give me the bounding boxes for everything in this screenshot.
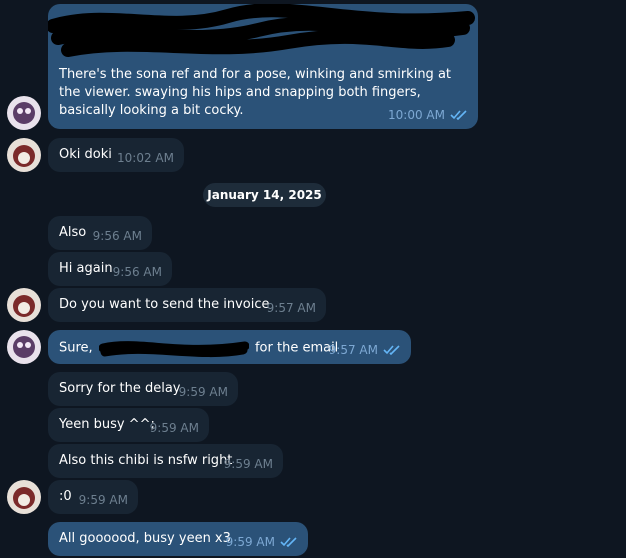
message-bubble-incoming[interactable]: Oki doki 10:02 AM <box>48 138 184 172</box>
avatar[interactable] <box>7 480 41 514</box>
message-bubble-incoming[interactable]: Hi again 9:56 AM <box>48 252 172 286</box>
avatar-image <box>7 96 41 130</box>
message-bubble-incoming[interactable]: Yeen busy ^^; 9:59 AM <box>48 408 209 442</box>
message-meta: 10:00 AM <box>388 106 468 124</box>
message-text-start: Sure, <box>59 340 93 356</box>
message-meta: 9:59 AM <box>226 533 298 551</box>
message-bubble-outgoing[interactable]: All goooood, busy yeen x3 9:59 AM <box>48 522 308 556</box>
message-text: Yeen busy ^^; <box>59 417 155 432</box>
date-separator: January 14, 2025 <box>203 183 326 207</box>
message-bubble-incoming[interactable]: Do you want to send the invoice 9:57 AM <box>48 288 326 322</box>
message-bubble-incoming[interactable]: Sorry for the delay 9:59 AM <box>48 372 238 406</box>
message-meta: 9:57 AM <box>267 299 316 317</box>
redaction-scribble <box>98 341 250 358</box>
message-time: 9:57 AM <box>328 343 378 357</box>
message-bubble-incoming[interactable]: :0 9:59 AM <box>48 480 138 514</box>
message-meta: 9:59 AM <box>224 455 273 473</box>
message-text: Hi again <box>59 261 113 276</box>
message-time: 9:57 AM <box>266 301 316 315</box>
message-time: 9:59 AM <box>225 535 275 549</box>
message-text: All goooood, busy yeen x3 <box>59 531 231 546</box>
message-bubble-outgoing[interactable]: There's the sona ref and for a pose, win… <box>48 4 478 129</box>
avatar-image <box>7 288 41 322</box>
message-text: Also <box>59 225 87 240</box>
avatar[interactable] <box>7 138 41 172</box>
message-time: 9:59 AM <box>223 457 273 471</box>
redaction-scribble <box>48 4 475 57</box>
message-time: 10:00 AM <box>388 108 445 122</box>
message-time: 9:59 AM <box>149 421 199 435</box>
avatar-image <box>7 480 41 514</box>
message-text: Do you want to send the invoice <box>59 297 270 312</box>
double-check-icon <box>450 110 467 120</box>
message-text: Also this chibi is nsfw right <box>59 453 233 468</box>
message-text-end: for the email <box>254 340 339 356</box>
message-time: 9:56 AM <box>92 229 142 243</box>
message-meta: 9:56 AM <box>93 227 142 245</box>
message-bubble-incoming[interactable]: Also 9:56 AM <box>48 216 152 250</box>
message-time: 9:59 AM <box>178 385 228 399</box>
message-meta: 9:59 AM <box>179 383 228 401</box>
message-text: Oki doki <box>59 147 112 162</box>
message-time: 10:02 AM <box>117 151 174 165</box>
avatar-image <box>7 330 41 364</box>
message-text: :0 <box>59 489 72 504</box>
avatar[interactable] <box>7 330 41 364</box>
message-bubble-outgoing[interactable]: Sure, for the email 9:57 AM <box>48 330 411 364</box>
message-time: 9:59 AM <box>78 493 128 507</box>
message-meta: 9:59 AM <box>150 419 199 437</box>
message-time: 9:56 AM <box>112 265 162 279</box>
message-meta: 10:02 AM <box>117 149 174 167</box>
message-bubble-incoming[interactable]: Also this chibi is nsfw right 9:59 AM <box>48 444 283 478</box>
double-check-icon <box>383 345 400 355</box>
message-meta: 9:56 AM <box>113 263 162 281</box>
message-meta: 9:59 AM <box>79 491 128 509</box>
message-text: Sorry for the delay <box>59 381 181 396</box>
double-check-icon <box>280 537 297 547</box>
avatar[interactable] <box>7 96 41 130</box>
message-meta: 9:57 AM <box>329 341 401 359</box>
avatar-image <box>7 138 41 172</box>
avatar[interactable] <box>7 288 41 322</box>
